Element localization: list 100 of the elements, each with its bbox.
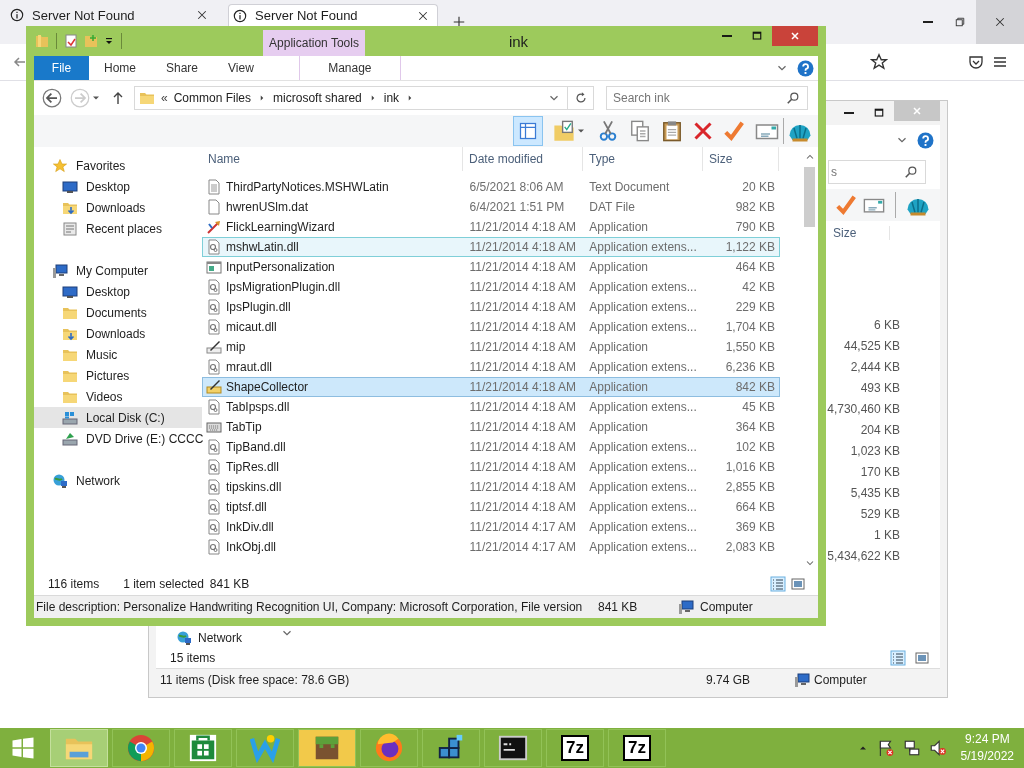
overflow-chevron[interactable]: « [161, 91, 168, 105]
file-row[interactable]: ShapeCollector 11/21/2014 4:18 AM Application 842 KB [202, 377, 780, 397]
nav-item[interactable]: Recent places [34, 218, 202, 239]
clipboard-icon[interactable] [661, 120, 683, 142]
ribbon-tab[interactable]: View [213, 56, 269, 80]
taskbar-button[interactable] [484, 729, 542, 767]
browser-tab[interactable]: Server Not Found [6, 4, 216, 26]
column-header[interactable]: Size [833, 226, 890, 240]
checkmark-icon[interactable] [723, 120, 745, 142]
gear-file-icon [206, 539, 222, 555]
file-row[interactable]: IpsPlugin.dll 11/21/2014 4:18 AM Application extens... 229 KB [202, 297, 780, 317]
network-icon[interactable] [902, 739, 921, 757]
size-cell-text: 45 KB [741, 400, 776, 414]
nav-item[interactable]: My Computer [34, 260, 202, 281]
copy-icon[interactable] [629, 120, 651, 142]
column-header[interactable]: Name [202, 147, 463, 171]
file-row[interactable]: InputPersonalization 11/21/2014 4:18 AM Application 464 KB [202, 257, 780, 277]
nav-item[interactable]: Pictures [34, 365, 202, 386]
file-row[interactable]: IpsMigrationPlugin.dll 11/21/2014 4:18 AM Application extens... 42 KB [202, 277, 780, 297]
taskbar-button[interactable] [422, 729, 480, 767]
address-bar[interactable]: « Common Files microsoft shared ink [134, 86, 594, 110]
file-name: mshwLatin.dll [226, 240, 299, 254]
nav-item[interactable]: Network [34, 470, 202, 491]
nav-item[interactable]: Downloads [34, 197, 202, 218]
star-icon[interactable] [870, 53, 888, 71]
preview-pane-button[interactable] [513, 116, 543, 146]
type-cell-text: Application [588, 340, 650, 354]
nav-item[interactable]: Desktop [34, 281, 202, 302]
file-row[interactable]: mraut.dll 11/21/2014 4:18 AM Application extens... 6,236 KB [202, 357, 780, 377]
nav-item[interactable]: Documents [34, 302, 202, 323]
caret-icon[interactable] [103, 35, 115, 47]
info-icon [10, 8, 24, 22]
size-cell-text: 1 KB [874, 527, 900, 544]
type-cell-text: Application extens... [588, 460, 698, 474]
file-row[interactable]: InkDiv.dll 11/21/2014 4:17 AM Application extens... 369 KB [202, 517, 780, 537]
gear-file-icon [206, 239, 222, 255]
date-cell-text: 11/21/2014 4:17 AM [468, 540, 578, 554]
ribbon-tab[interactable]: Home [89, 56, 151, 80]
taskbar-button[interactable]: 7z [608, 729, 666, 767]
gear-file-icon [206, 279, 222, 295]
breadcrumb[interactable]: ink [383, 91, 400, 105]
file-row[interactable]: TipRes.dll 11/21/2014 4:18 AM Application extens... 1,016 KB [202, 457, 780, 477]
file-row[interactable]: tipskins.dll 11/21/2014 4:18 AM Application extens... 2,855 KB [202, 477, 780, 497]
checkmark-icon[interactable] [835, 194, 857, 216]
tab-title: Server Not Found [32, 7, 136, 23]
date-cell-text: 11/21/2014 4:18 AM [468, 440, 578, 454]
scroll-thumb[interactable] [804, 167, 815, 227]
file-row[interactable]: hwrenUSlm.dat 6/4/2021 1:51 PM DAT File 982 KB [202, 197, 780, 217]
file-row[interactable]: TipBand.dll 11/21/2014 4:18 AM Application extens... 102 KB [202, 437, 780, 457]
file-menu-button[interactable]: File [34, 56, 89, 80]
type-cell-text: Application [588, 260, 650, 274]
file-row[interactable]: mip 11/21/2014 4:18 AM Application 1,550 KB [202, 337, 780, 357]
column-header[interactable]: Size [703, 147, 779, 171]
delete-icon[interactable] [693, 121, 713, 141]
clock-time: 9:24 PM [964, 731, 1010, 748]
taskbar-button[interactable]: 7z [546, 729, 604, 767]
search-icon [786, 91, 800, 105]
search-field[interactable]: s [828, 160, 926, 184]
column-header[interactable]: Type [583, 147, 703, 171]
browser-tab[interactable]: Server Not Found [228, 4, 438, 26]
new-tab-icon[interactable] [452, 15, 466, 29]
close-icon[interactable] [417, 9, 429, 22]
pocket-icon[interactable] [968, 54, 984, 70]
file-row[interactable]: InkObj.dll 11/21/2014 4:17 AM Application extens... 2,083 KB [202, 537, 780, 557]
type-cell-text: Application extens... [588, 280, 698, 294]
selection-size: 841 KB [209, 577, 250, 591]
ribbon-tab[interactable]: Share [151, 56, 214, 80]
close-icon[interactable] [196, 9, 208, 21]
details-view-button[interactable] [768, 574, 788, 594]
speaker-icon[interactable] [928, 739, 947, 757]
properties-icon[interactable] [63, 33, 79, 49]
column-header[interactable]: Date modified [463, 147, 583, 171]
nav-item[interactable]: DVD Drive (E:) CCCC [34, 428, 202, 449]
nav-item[interactable]: Network [176, 630, 242, 646]
folder-icon[interactable] [553, 120, 575, 142]
nav-item[interactable]: Desktop [34, 176, 202, 197]
file-row[interactable]: TabTip 11/21/2014 4:18 AM Application 364 KB [202, 417, 780, 437]
nav-item[interactable]: Local Disk (C:) [34, 407, 202, 428]
file-row[interactable]: ThirdPartyNotices.MSHWLatin 6/5/2021 8:06 AM Text Document 20 KB [202, 177, 780, 197]
file-row[interactable]: mshwLatin.dll 11/21/2014 4:18 AM Application extens... 1,122 KB [202, 237, 780, 257]
nav-item[interactable]: Music [34, 344, 202, 365]
cut-icon[interactable] [597, 120, 619, 142]
file-row[interactable]: TabIpsps.dll 11/21/2014 4:18 AM Application extens... 45 KB [202, 397, 780, 417]
breadcrumb[interactable]: microsoft shared [273, 91, 362, 105]
nav-item[interactable]: Favorites [34, 155, 202, 176]
help-icon[interactable] [917, 131, 934, 149]
file-row[interactable]: micaut.dll 11/21/2014 4:18 AM Application extens... 1,704 KB [202, 317, 780, 337]
breadcrumb[interactable]: Common Files [173, 91, 252, 105]
search-icon [904, 165, 918, 179]
file-row[interactable]: FlickLearningWizard 11/21/2014 4:18 AM Application 790 KB [202, 217, 780, 237]
nav-item[interactable]: Downloads [34, 323, 202, 344]
search-field[interactable]: Search ink [606, 86, 808, 110]
nav-item[interactable]: Videos [34, 386, 202, 407]
details-view-button[interactable] [888, 648, 908, 668]
windows-logo-icon [11, 736, 35, 760]
file-row[interactable]: tiptsf.dll 11/21/2014 4:18 AM Application extens... 664 KB [202, 497, 780, 517]
back-icon[interactable] [42, 88, 62, 108]
size-cell-text: 42 KB [741, 280, 776, 294]
menu-icon[interactable] [992, 54, 1008, 70]
help-icon[interactable] [797, 59, 814, 77]
